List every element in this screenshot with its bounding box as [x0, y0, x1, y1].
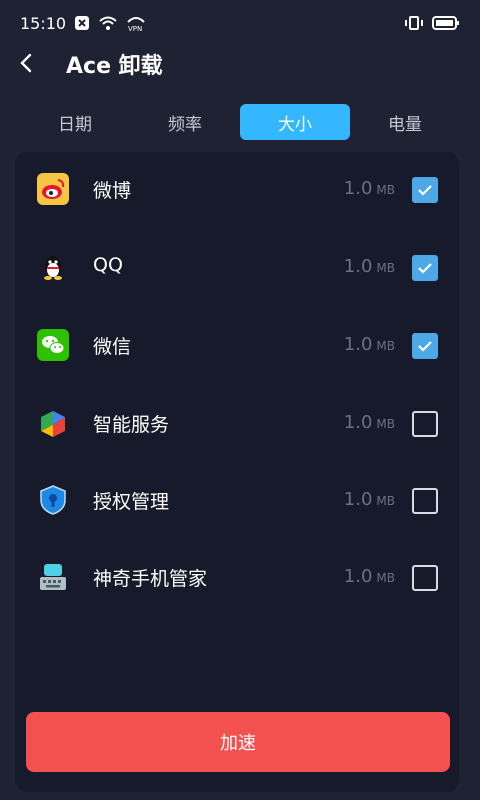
- vpn-icon: VPN: [126, 14, 146, 32]
- size-unit: MB: [376, 494, 395, 508]
- tab-date[interactable]: 日期: [20, 104, 130, 140]
- select-checkbox[interactable]: [412, 411, 438, 437]
- size-value: 1.0: [343, 256, 373, 277]
- list-item[interactable]: QQ 1.0 MB: [15, 234, 459, 300]
- size-value: 1.0: [343, 412, 373, 433]
- status-left: 15:10 VPN: [20, 14, 146, 33]
- select-checkbox[interactable]: [412, 488, 438, 514]
- accelerate-button[interactable]: 加速: [26, 712, 450, 772]
- app-name: 神奇手机管家: [93, 568, 208, 590]
- list-item[interactable]: 授权管理 1.0 MB: [15, 467, 459, 533]
- select-checkbox[interactable]: [412, 177, 438, 203]
- select-checkbox[interactable]: [412, 255, 438, 281]
- status-time: 15:10: [20, 13, 67, 33]
- app-size: 1.0 MB: [344, 566, 395, 587]
- list-item[interactable]: 智能服务 1.0 MB: [15, 390, 459, 456]
- battery-icon: [432, 15, 460, 31]
- check-icon: [418, 263, 432, 274]
- app-name: 授权管理: [93, 491, 170, 513]
- size-value: 1.0: [343, 489, 373, 510]
- size-unit: MB: [376, 417, 395, 431]
- tab-size[interactable]: 大小: [240, 104, 350, 140]
- vibrate-icon: [404, 15, 424, 31]
- select-checkbox[interactable]: [412, 333, 438, 359]
- app-name: 微信: [93, 336, 132, 358]
- status-right: [404, 15, 460, 31]
- size-value: 1.0: [343, 334, 373, 355]
- check-icon: [418, 185, 432, 196]
- app-name: 智能服务: [93, 414, 170, 436]
- size-unit: MB: [376, 183, 395, 197]
- page-title: Ace 卸载: [66, 54, 163, 79]
- app-name: QQ: [93, 254, 123, 276]
- app-size: 1.0 MB: [344, 489, 395, 510]
- tab-battery[interactable]: 电量: [350, 104, 460, 140]
- keyboard-icon: [37, 561, 69, 593]
- close-box-icon: [74, 15, 90, 31]
- size-value: 1.0: [343, 566, 373, 587]
- status-bar: 15:10 VPN: [0, 0, 480, 46]
- list-item[interactable]: 微信 1.0 MB: [15, 312, 459, 378]
- tab-frequency[interactable]: 频率: [130, 104, 240, 140]
- size-unit: MB: [376, 571, 395, 585]
- wifi-icon: [98, 15, 118, 31]
- wechat-icon: [37, 329, 69, 361]
- shield-lock-icon: [37, 484, 69, 516]
- header: Ace 卸载: [0, 42, 480, 84]
- sort-tabs: 日期 频率 大小 电量: [20, 104, 460, 140]
- app-size: 1.0 MB: [344, 412, 395, 433]
- weibo-icon: [37, 173, 69, 205]
- app-list-panel: 微博 1.0 MB QQ 1.0 MB 微信 1.0 MB 智能服务 1.0 M…: [15, 152, 459, 792]
- size-value: 1.0: [343, 178, 373, 199]
- size-unit: MB: [376, 261, 395, 275]
- back-chevron-icon[interactable]: [16, 52, 38, 74]
- smart-service-icon: [37, 407, 69, 439]
- qq-icon: [37, 251, 69, 283]
- list-item[interactable]: 微博 1.0 MB: [15, 156, 459, 222]
- app-name: 微博: [93, 180, 132, 202]
- check-icon: [418, 341, 432, 352]
- app-size: 1.0 MB: [344, 178, 395, 199]
- list-item[interactable]: 神奇手机管家 1.0 MB: [15, 544, 459, 610]
- select-checkbox[interactable]: [412, 565, 438, 591]
- size-unit: MB: [376, 339, 395, 353]
- app-size: 1.0 MB: [344, 256, 395, 277]
- app-size: 1.0 MB: [344, 334, 395, 355]
- svg-text:VPN: VPN: [128, 25, 142, 32]
